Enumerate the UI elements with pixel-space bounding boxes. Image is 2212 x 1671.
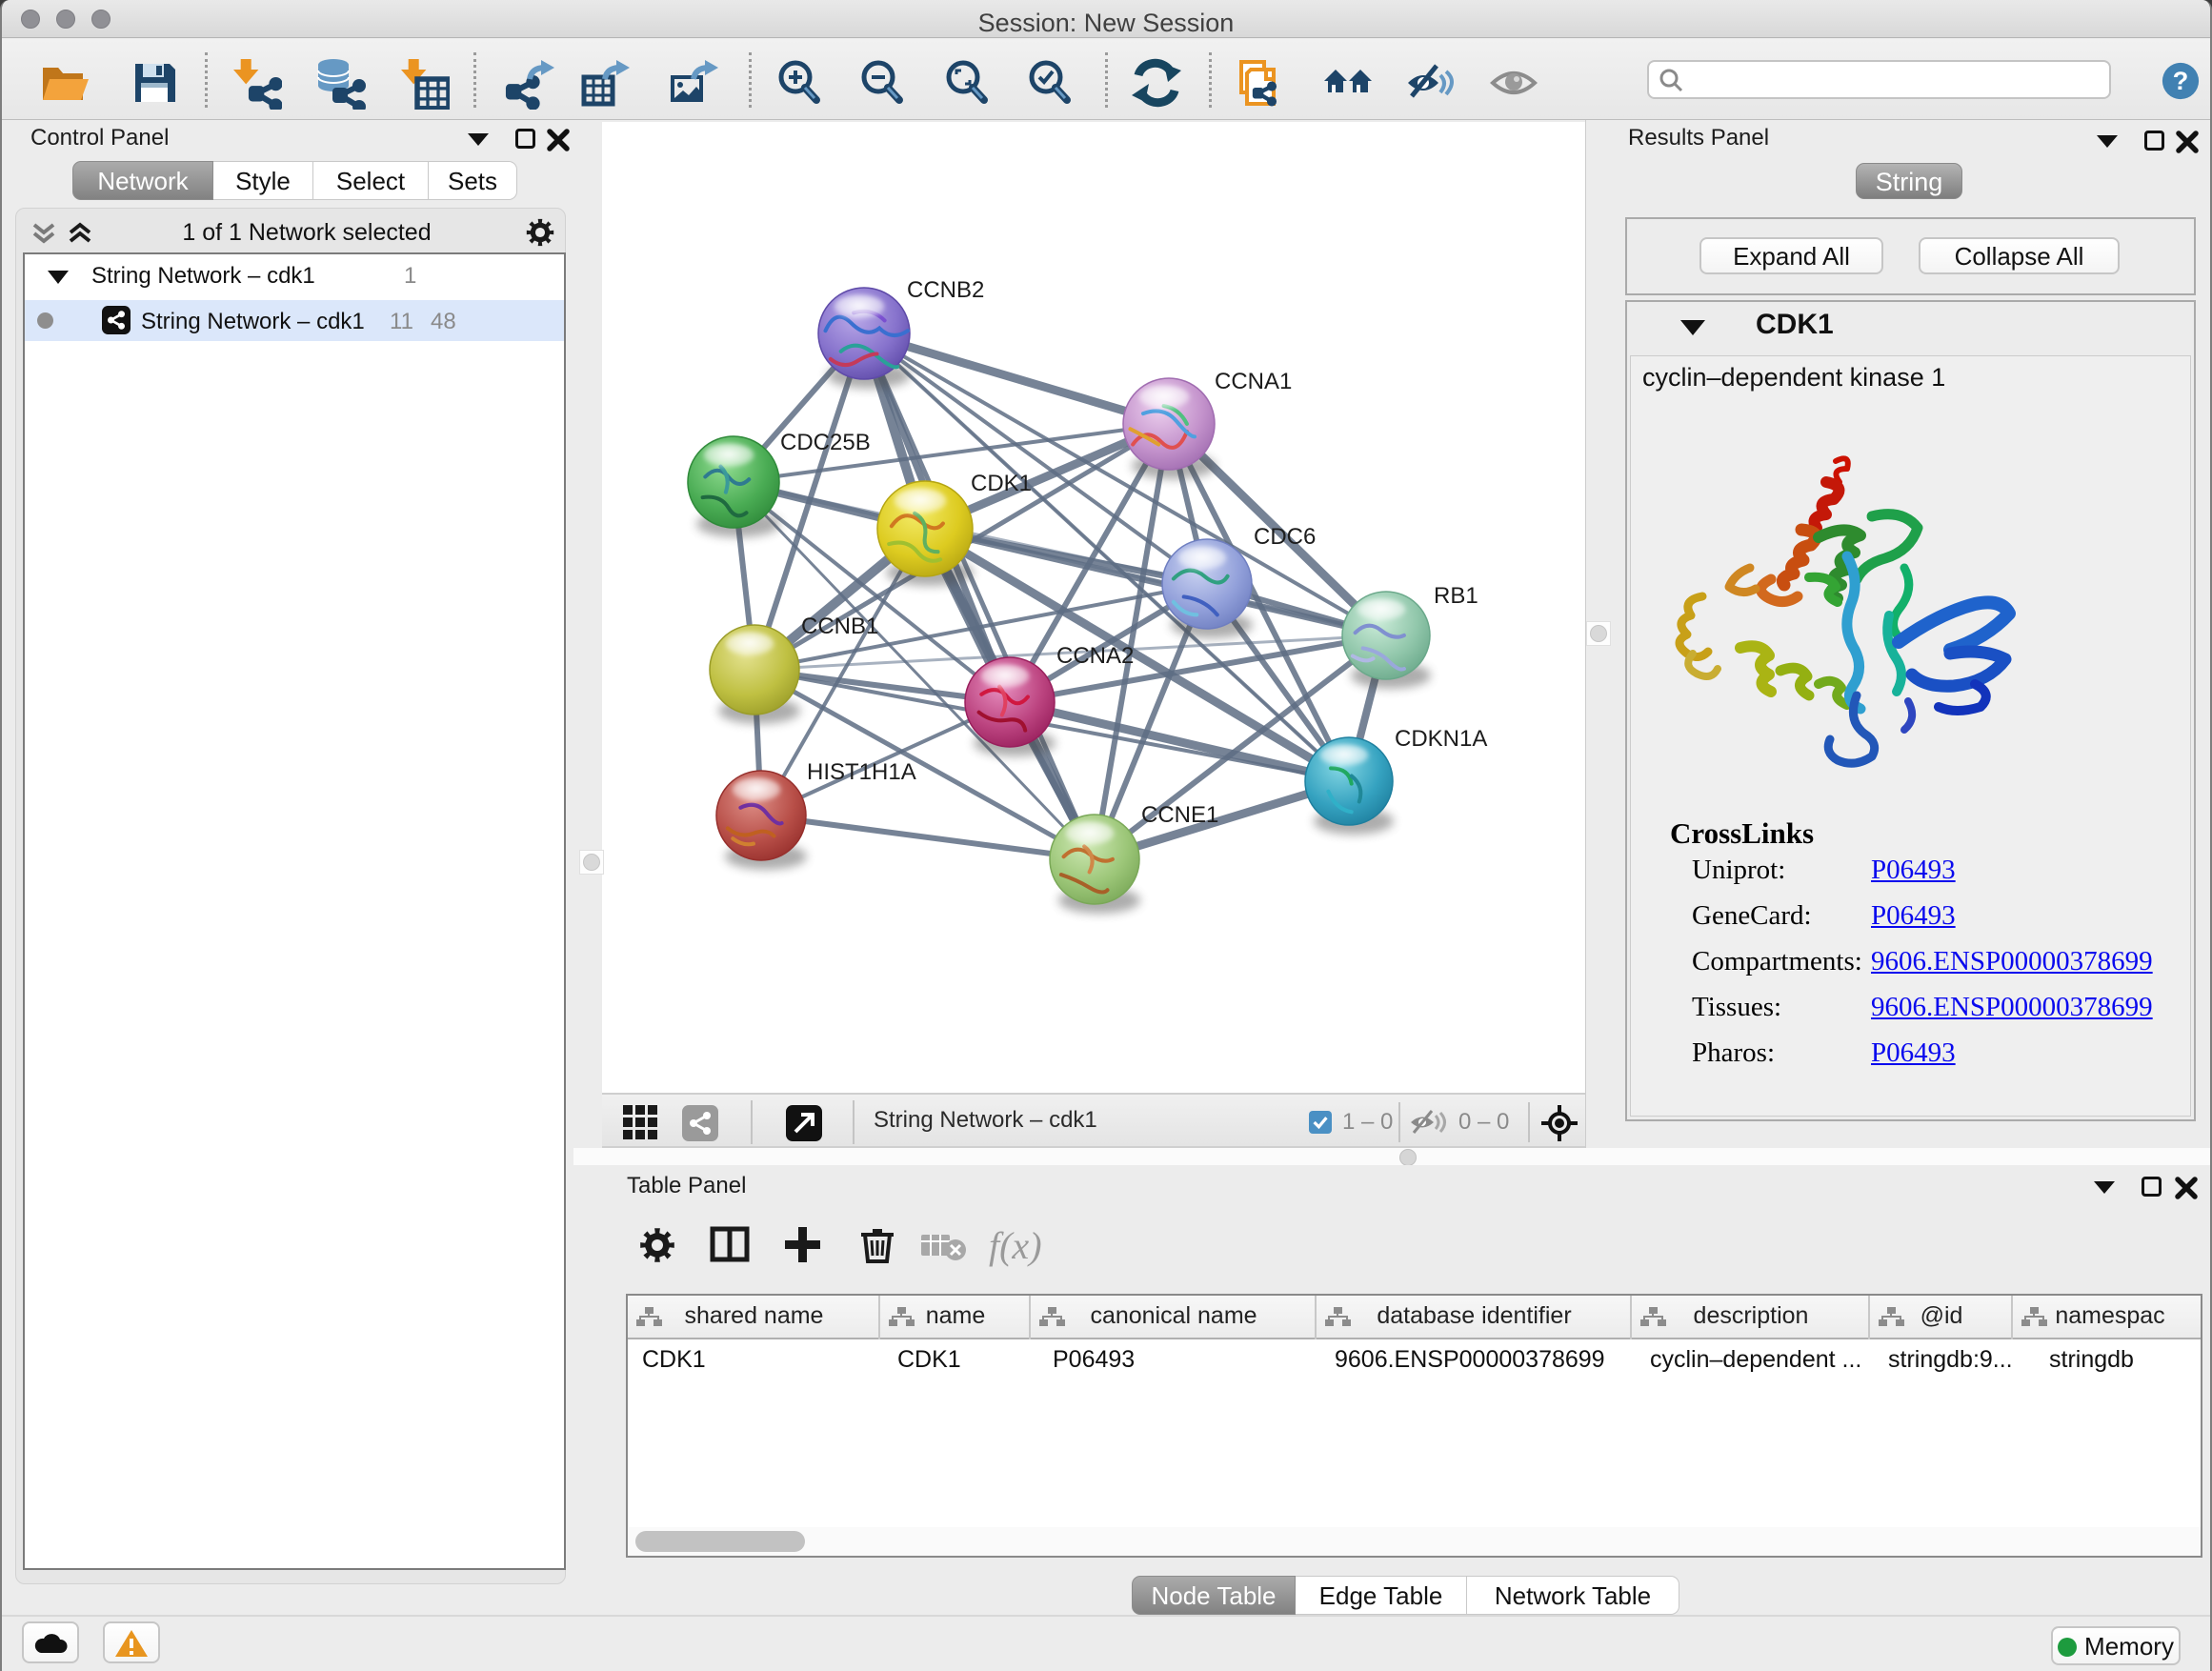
svg-text:CCNB1: CCNB1 bbox=[801, 614, 878, 639]
svg-text:CDK1: CDK1 bbox=[971, 471, 1032, 496]
svg-text:RB1: RB1 bbox=[1434, 583, 1478, 609]
svg-text:HIST1H1A: HIST1H1A bbox=[807, 759, 916, 785]
svg-text:?: ? bbox=[2173, 66, 2189, 95]
svg-text:CCNA1: CCNA1 bbox=[1215, 369, 1292, 394]
svg-text:CDC6: CDC6 bbox=[1254, 524, 1316, 550]
svg-text:CCNA2: CCNA2 bbox=[1056, 643, 1134, 669]
svg-text:CDC25B: CDC25B bbox=[780, 430, 871, 455]
svg-text:CCNE1: CCNE1 bbox=[1141, 802, 1218, 828]
svg-text:CDKN1A: CDKN1A bbox=[1395, 726, 1487, 752]
svg-text:CCNB2: CCNB2 bbox=[907, 277, 984, 303]
